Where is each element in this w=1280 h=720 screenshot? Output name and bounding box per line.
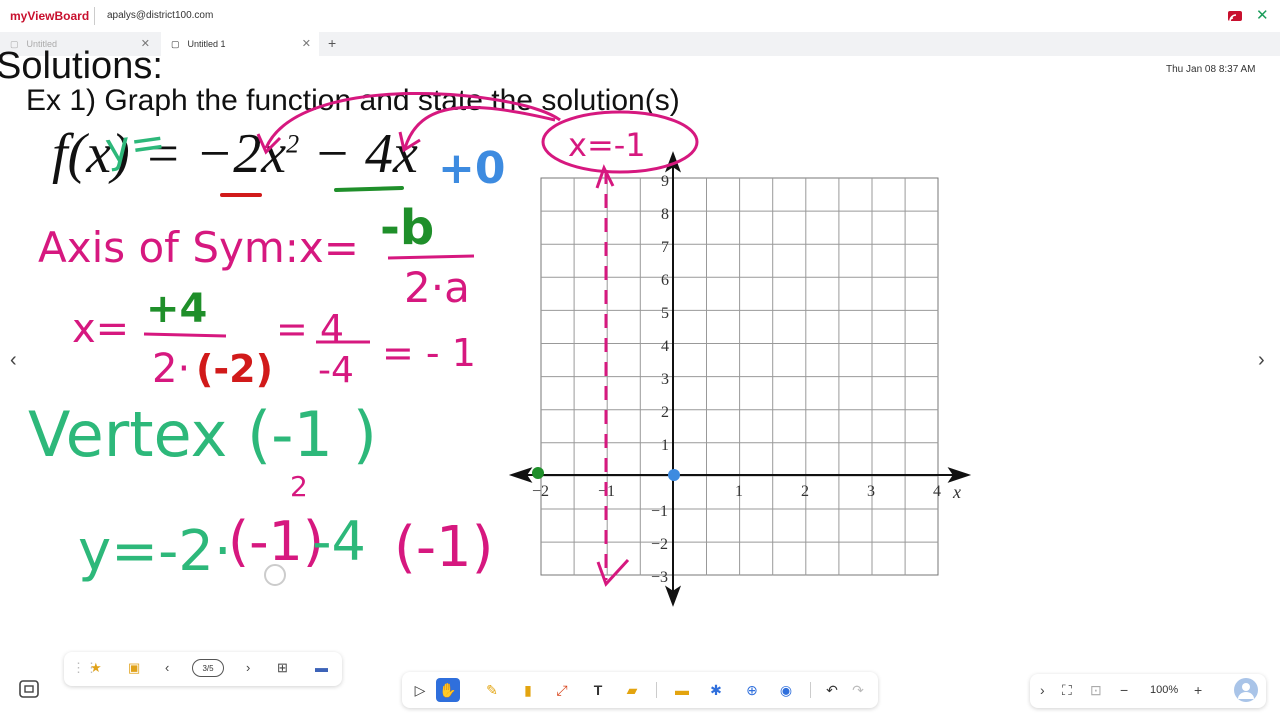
ink-y-line: y=-2· [78, 519, 232, 584]
page-toolbar: ⋮⋮ ★ ▣ ‹ 3/5 › ⊞ ▬ [64, 652, 342, 686]
sticky-note-icon[interactable]: ▰ [622, 680, 642, 700]
y-tick: −1 [651, 503, 668, 520]
shape-tool-icon[interactable]: ⤢ [552, 680, 572, 700]
y-tick: 5 [661, 305, 669, 322]
ink-y-line-end: (-1) [394, 515, 494, 580]
redo-icon[interactable]: ↷ [848, 680, 868, 700]
ink-vertex: Vertex (-1 ) [28, 398, 377, 471]
y-tick: 4 [661, 338, 669, 355]
annotation-arrow [264, 91, 561, 149]
fit-screen-icon[interactable]: ⊡ [1090, 682, 1102, 699]
y-tick: 9 [661, 173, 669, 190]
y-tick: 7 [661, 239, 669, 256]
ink-2a: 2·a [404, 263, 470, 312]
folder-icon[interactable]: ▬ [672, 680, 692, 700]
y-tick: 1 [661, 437, 669, 454]
ink-neg4: -4 [318, 350, 354, 391]
y-tick: 3 [661, 371, 669, 388]
ink-x-equals-neg1: x=-1 [568, 126, 646, 164]
main-toolbar: ▷ ✋ ✎ ▮ ⤢ T ▰ ▬ ✱ ⊕ ◉ ↶ ↷ [402, 672, 878, 708]
previous-page-icon[interactable]: ‹ [165, 660, 169, 675]
ink-2-dot: 2· [152, 346, 190, 392]
add-page-icon[interactable]: ⊞ [277, 660, 288, 676]
ink-plus-zero: +0 [438, 143, 505, 194]
root-point[interactable] [532, 467, 544, 479]
hand-tool-icon[interactable]: ✋ [436, 678, 460, 702]
ink-axis-of-symmetry: Axis of Sym:x= [38, 223, 359, 272]
map-icon[interactable]: ⛶ [1062, 682, 1072, 699]
ink-y-line-square: 2 [290, 470, 308, 503]
screen-icon [19, 680, 39, 698]
ink-eq-neg1: = - 1 [382, 331, 476, 375]
toolbar-divider [810, 682, 811, 698]
text-tool-icon[interactable]: T [588, 680, 608, 700]
underline-b [334, 186, 404, 192]
x-tick: 3 [867, 483, 875, 500]
x-tick: 2 [801, 483, 809, 500]
select-tool-icon[interactable]: ▷ [410, 680, 430, 700]
zoom-in-icon[interactable]: + [1194, 682, 1202, 698]
screen-capture-button[interactable] [14, 675, 44, 703]
ink-y-line-minus4: -4 [312, 510, 366, 573]
next-page-arrow-icon[interactable]: › [1258, 349, 1265, 372]
y-tick: 2 [661, 404, 669, 421]
keyboard-icon[interactable]: ▬ [315, 660, 328, 675]
template-icon[interactable]: ★ [90, 660, 102, 676]
toolbox-icon[interactable]: ✱ [706, 680, 726, 700]
x-tick: −2 [532, 483, 549, 500]
x-tick: 1 [735, 483, 743, 500]
y-tick: −3 [651, 569, 668, 586]
ink-plus4: +4 [146, 286, 207, 332]
y-tick: 6 [661, 272, 669, 289]
coordinate-grid [540, 177, 939, 576]
expand-toolbar-icon[interactable]: › [1040, 682, 1045, 698]
ink-eq-4: = 4 [276, 307, 344, 351]
y-tick: −2 [651, 536, 668, 553]
x-axis-label: x [952, 482, 961, 502]
ink-neg-b: -b [380, 200, 434, 256]
avatar[interactable] [1234, 678, 1258, 705]
ink-y-equals: y= [102, 116, 168, 173]
clipboard-icon[interactable]: ▣ [128, 660, 140, 676]
zoom-level: 100% [1150, 684, 1179, 696]
zoom-toolbar: › ⛶ ⊡ − 100% + [1030, 674, 1266, 708]
x-tick: 4 [933, 483, 941, 500]
eraser-tool-icon[interactable]: ▮ [518, 680, 538, 700]
y-tick: 8 [661, 206, 669, 223]
root-point[interactable] [668, 469, 680, 481]
whiteboard-canvas[interactable]: −2 −1 1 2 3 4 x 9 8 7 6 5 4 3 2 1 −1 −2 … [0, 0, 1280, 720]
previous-page-arrow-icon[interactable]: ‹ [10, 349, 17, 372]
web-browser-icon[interactable]: ⊕ [742, 680, 762, 700]
ink-y-line-paren: (-1) [228, 510, 324, 573]
page-counter[interactable]: 3/5 [192, 659, 224, 677]
pen-tool-icon[interactable]: ✎ [482, 680, 502, 700]
undo-icon[interactable]: ↶ [822, 680, 842, 700]
ink-x-equals: x= [72, 306, 129, 352]
zoom-out-icon[interactable]: − [1120, 682, 1128, 698]
next-page-icon[interactable]: › [246, 660, 250, 675]
toolbar-divider [656, 682, 657, 698]
ink-neg2: (-2) [196, 347, 273, 391]
screenshot-icon[interactable]: ◉ [776, 680, 796, 700]
